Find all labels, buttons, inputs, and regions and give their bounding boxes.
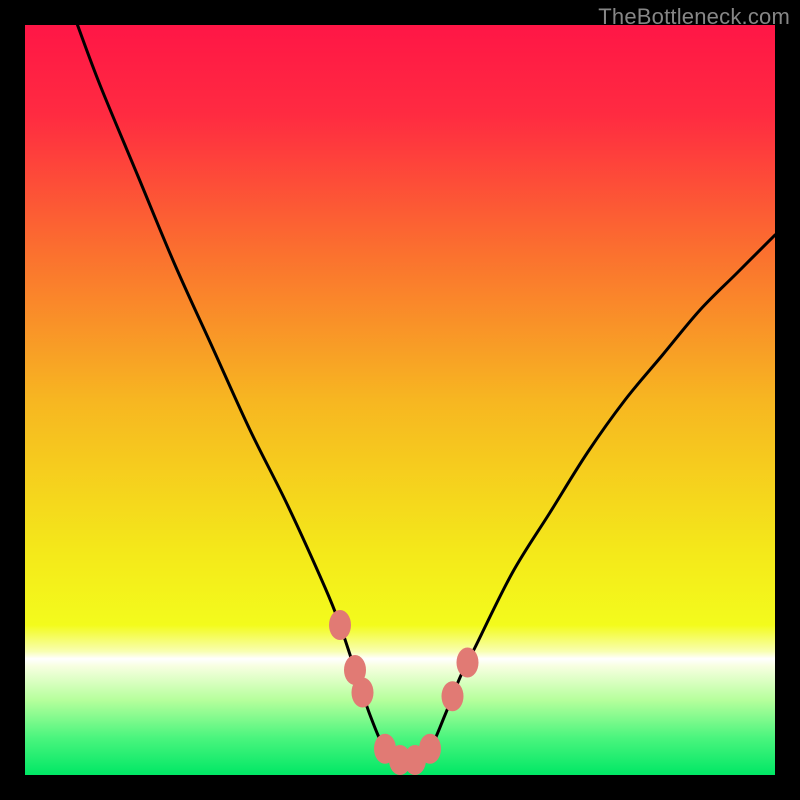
marker-dot [329, 610, 351, 640]
outer-frame: TheBottleneck.com [0, 0, 800, 800]
marker-dot [442, 681, 464, 711]
marker-dot [457, 648, 479, 678]
gradient-background [25, 25, 775, 775]
marker-dot [352, 678, 374, 708]
bottleneck-chart [25, 25, 775, 775]
plot-area [25, 25, 775, 775]
marker-dot [419, 734, 441, 764]
